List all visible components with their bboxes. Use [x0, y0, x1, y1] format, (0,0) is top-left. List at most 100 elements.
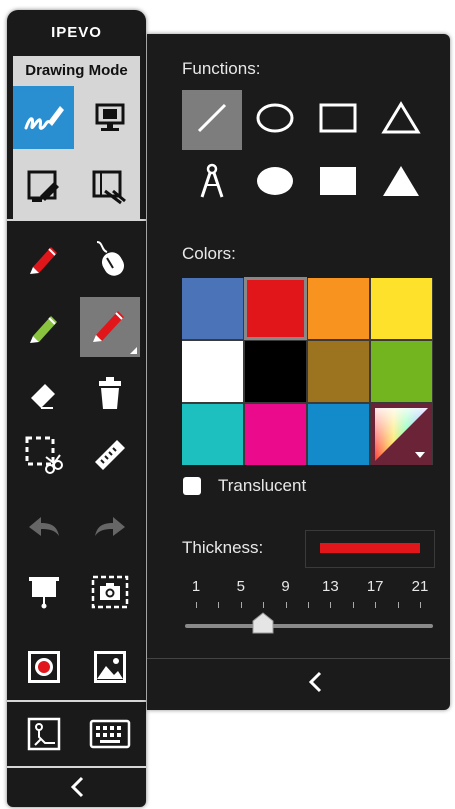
- keyboard-button[interactable]: [80, 704, 140, 764]
- camera-capture-icon: [91, 575, 129, 609]
- submenu-indicator: [130, 347, 137, 354]
- pointer-icon: [27, 717, 61, 751]
- color-swatch-red[interactable]: [244, 277, 307, 340]
- toolbar-collapse-button[interactable]: [47, 768, 107, 806]
- screenshot-button[interactable]: [80, 562, 140, 622]
- annotate-screen-icon: [26, 169, 62, 205]
- toolbar: IPEVO Drawing Mode: [7, 10, 146, 807]
- color-swatch-cyan[interactable]: [182, 404, 243, 465]
- eraser-icon: [27, 376, 61, 410]
- trash-button[interactable]: [80, 363, 140, 423]
- translucent-checkbox[interactable]: [183, 477, 201, 495]
- annotation-mode-button[interactable]: [13, 155, 74, 218]
- thickness-tick: [330, 602, 331, 608]
- thickness-preview: [305, 530, 435, 568]
- chevron-left-icon: [307, 671, 323, 697]
- line-tool-icon: [90, 307, 130, 347]
- mouse-button[interactable]: [80, 228, 140, 288]
- presentation-button[interactable]: [14, 562, 74, 622]
- thickness-slider-thumb[interactable]: [251, 612, 275, 636]
- undo-button[interactable]: [14, 497, 74, 557]
- thickness-scale-label: 21: [411, 578, 429, 595]
- cut-select-button[interactable]: [14, 425, 74, 485]
- thickness-heading: Thickness:: [182, 538, 264, 557]
- mouse-icon: [93, 238, 127, 278]
- thickness-tick: [196, 602, 197, 608]
- triangle-outline-icon: [381, 101, 421, 139]
- image-icon: [92, 649, 128, 685]
- ellipse-outline-button[interactable]: [245, 90, 305, 150]
- triangle-outline-button[interactable]: [371, 90, 431, 150]
- chevron-left-icon: [69, 776, 85, 798]
- ellipse-filled-button[interactable]: [245, 153, 305, 213]
- red-pen-button[interactable]: [14, 228, 74, 288]
- color-swatch-green[interactable]: [371, 341, 432, 402]
- compass-icon: [196, 161, 228, 205]
- color-swatch-orange[interactable]: [308, 278, 369, 339]
- color-swatch-sky-blue[interactable]: [308, 404, 369, 465]
- rectangle-filled-button[interactable]: [308, 153, 368, 213]
- record-icon: [26, 649, 62, 685]
- thickness-tick: [263, 602, 264, 608]
- thickness-preview-line: [320, 543, 420, 553]
- thickness-tick: [420, 602, 421, 608]
- color-swatch-yellow[interactable]: [371, 278, 432, 339]
- ellipse-filled-icon: [255, 165, 295, 201]
- trash-icon: [97, 376, 123, 410]
- color-gradient-icon: [375, 408, 428, 461]
- thickness-scale-label: 5: [236, 578, 245, 595]
- thickness-scale-label: 13: [322, 578, 339, 595]
- rectangle-outline-icon: [318, 102, 358, 138]
- color-swatch-magenta[interactable]: [245, 404, 306, 465]
- pen-scribble-icon: [22, 98, 66, 138]
- keyboard-icon: [89, 719, 131, 749]
- thickness-tick: [398, 602, 399, 608]
- color-swatch-black[interactable]: [245, 341, 306, 402]
- drawing-mode-button[interactable]: [13, 86, 74, 149]
- compass-button[interactable]: [182, 153, 242, 213]
- ruler-button[interactable]: [80, 425, 140, 485]
- toolbar-divider: [7, 219, 146, 221]
- triangle-filled-button[interactable]: [371, 153, 431, 213]
- thickness-tick: [286, 602, 287, 608]
- undo-arrow-icon: [27, 514, 61, 540]
- thickness-slider-track[interactable]: [185, 624, 433, 628]
- green-pen-button[interactable]: [14, 297, 74, 357]
- brand-logo: IPEVO: [51, 24, 102, 41]
- scissors-select-icon: [24, 435, 64, 475]
- color-swatch-white[interactable]: [182, 341, 243, 402]
- mode-label: Drawing Mode: [13, 56, 140, 86]
- redo-button[interactable]: [80, 497, 140, 557]
- monitor-icon: [93, 101, 127, 135]
- projector-screen-icon: [28, 575, 60, 609]
- eraser-button[interactable]: [14, 363, 74, 423]
- thickness-tick: [218, 602, 219, 608]
- line-function-button[interactable]: [182, 90, 242, 150]
- shape-pen-button[interactable]: [80, 297, 140, 357]
- thickness-scale-label: 17: [366, 578, 384, 595]
- thickness-scale-label: 9: [281, 578, 290, 595]
- color-palette: [182, 277, 433, 465]
- colors-heading: Colors:: [182, 244, 236, 263]
- translucent-label: Translucent: [218, 476, 307, 495]
- panel-collapse-button[interactable]: [300, 670, 330, 698]
- line-icon: [194, 100, 230, 140]
- thickness-scale-label: 1: [191, 578, 201, 595]
- thickness-tick: [353, 602, 354, 608]
- redo-arrow-icon: [93, 514, 127, 540]
- rectangle-outline-button[interactable]: [308, 90, 368, 150]
- rectangle-filled-icon: [318, 165, 358, 201]
- color-swatch-brown[interactable]: [308, 341, 369, 402]
- ruler-icon: [91, 436, 129, 474]
- custom-color-button[interactable]: [371, 404, 432, 465]
- ellipse-outline-icon: [255, 102, 295, 138]
- record-button[interactable]: [14, 637, 74, 697]
- desktop-mode-button[interactable]: [79, 86, 140, 149]
- functions-heading: Functions:: [182, 59, 261, 78]
- pointer-button[interactable]: [14, 704, 74, 764]
- whiteboard-mode-button[interactable]: [79, 155, 140, 218]
- thickness-tick: [241, 602, 242, 608]
- triangle-filled-icon: [381, 164, 421, 202]
- image-button[interactable]: [80, 637, 140, 697]
- color-swatch-blue[interactable]: [182, 278, 243, 339]
